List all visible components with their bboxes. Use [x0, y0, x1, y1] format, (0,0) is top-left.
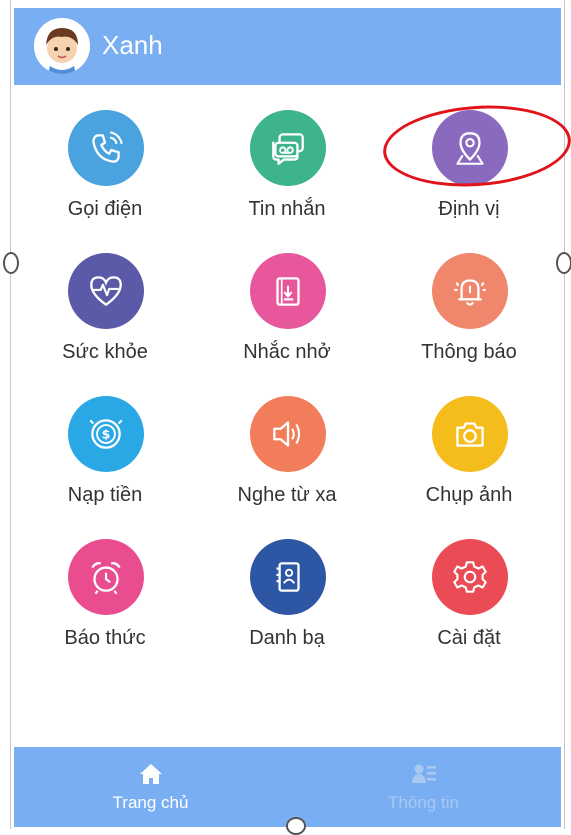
grid-item-health[interactable]: Sức khỏe: [14, 243, 196, 383]
profile-list-icon: [411, 764, 436, 783]
reminder-icon: [250, 253, 326, 329]
bottom-nav: Trang chủ Thông tin: [14, 747, 561, 827]
grid-item-notifications[interactable]: Thông báo: [378, 243, 560, 383]
app-header: Xanh: [14, 8, 561, 85]
nav-item-home[interactable]: Trang chủ: [14, 747, 287, 827]
grid-item-label: Báo thức: [64, 627, 146, 649]
speaker-icon: [250, 396, 326, 472]
grid-item-contacts[interactable]: Danh bạ: [196, 529, 378, 669]
nav-label-info: Thông tin: [388, 793, 459, 812]
grid-item-label: Nhắc nhở: [243, 341, 331, 363]
grid-item-take-photo[interactable]: Chụp ảnh: [378, 386, 560, 526]
resize-handle-bottom[interactable]: [286, 817, 306, 835]
boy-avatar-icon: [34, 18, 90, 74]
gear-icon: [432, 539, 508, 615]
svg-text:$: $: [102, 427, 111, 442]
grid-item-remote-listen[interactable]: Nghe từ xa: [196, 386, 378, 526]
grid-item-settings[interactable]: Cài đặt: [378, 529, 560, 669]
header-title: Xanh: [102, 30, 163, 60]
grid-item-top-up[interactable]: $ Nạp tiền: [14, 386, 196, 526]
heart-pulse-icon: [68, 253, 144, 329]
bell-icon: [432, 253, 508, 329]
grid-item-label: Tin nhắn: [248, 198, 326, 220]
grid-item-label: Cài đặt: [437, 627, 501, 649]
message-icon: [250, 110, 326, 186]
home-icon: [139, 764, 162, 784]
nav-label-home: Trang chủ: [112, 793, 189, 812]
grid-item-label: Danh bạ: [249, 627, 325, 649]
phone-icon: [68, 110, 144, 186]
grid-item-label: Thông báo: [421, 341, 517, 363]
grid-item-alarm[interactable]: Báo thức: [14, 529, 196, 669]
grid-item-label: Sức khỏe: [62, 341, 148, 363]
grid-item-label: Định vị: [438, 198, 500, 220]
grid-item-label: Nghe từ xa: [237, 484, 337, 506]
grid-item-call[interactable]: Gọi điện: [14, 100, 196, 240]
alarm-clock-icon: [68, 539, 144, 615]
grid-item-label: Gọi điện: [67, 198, 143, 220]
nav-item-info[interactable]: Thông tin: [287, 747, 560, 827]
frame-right-edge: [564, 0, 565, 829]
grid-item-label: Nạp tiền: [67, 484, 143, 506]
grid-item-label: Chụp ảnh: [425, 484, 513, 506]
avatar[interactable]: [34, 18, 90, 74]
grid-item-messages[interactable]: Tin nhắn: [196, 100, 378, 240]
frame-left-edge: [10, 0, 11, 829]
contacts-icon: [250, 539, 326, 615]
coin-icon: $: [68, 396, 144, 472]
camera-icon: [432, 396, 508, 472]
grid-item-reminder[interactable]: Nhắc nhở: [196, 243, 378, 383]
